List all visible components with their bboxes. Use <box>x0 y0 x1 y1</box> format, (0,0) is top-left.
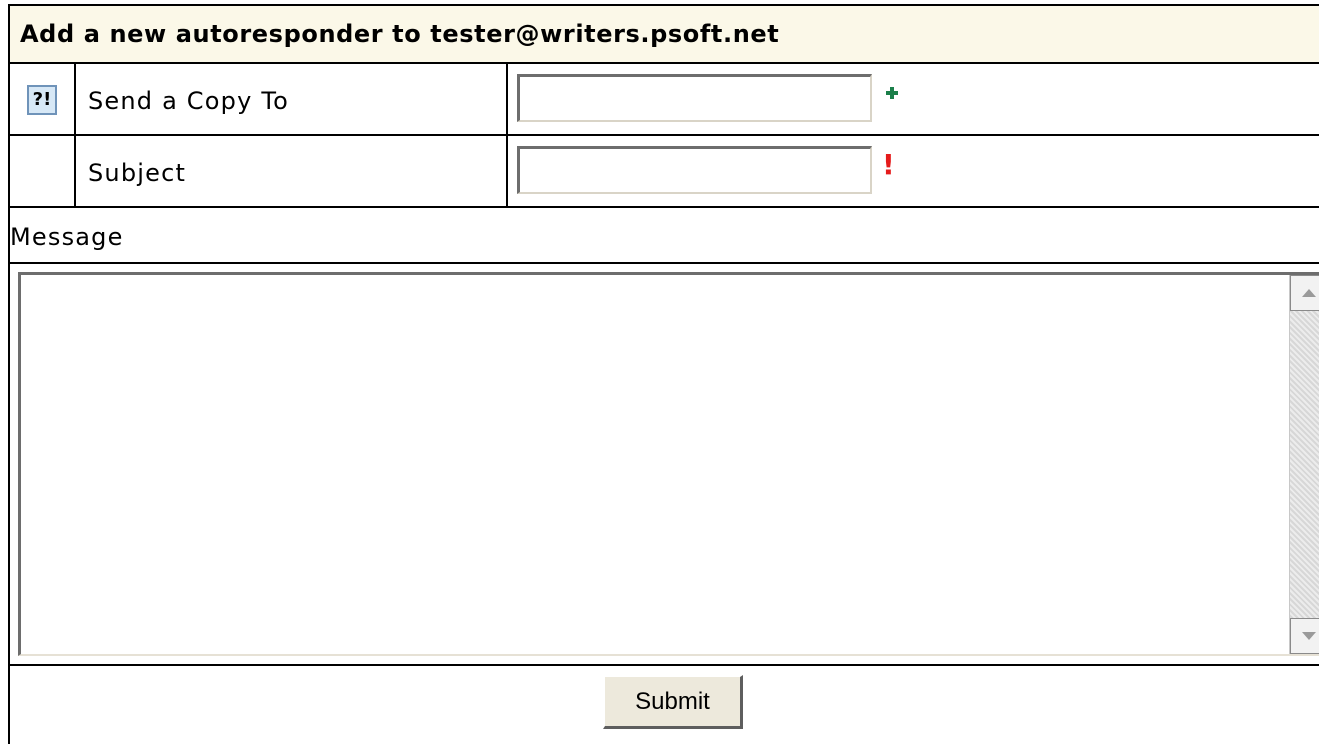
form-title: Add a new autoresponder to tester@writer… <box>20 20 780 48</box>
autoresponder-form: Add a new autoresponder to tester@writer… <box>8 4 1319 744</box>
subject-label-cell: Subject <box>76 136 508 206</box>
message-label: Message <box>10 223 124 251</box>
submit-row: Submit <box>10 666 1319 746</box>
help-cell: ?! <box>10 64 76 134</box>
required-icon: ! <box>882 148 895 181</box>
message-label-row: Message <box>10 208 1319 264</box>
scroll-up-icon[interactable] <box>1290 275 1319 311</box>
send-copy-to-label-cell: Send a Copy To <box>76 64 508 134</box>
message-row <box>10 264 1319 666</box>
subject-label: Subject <box>88 159 187 187</box>
subject-input[interactable] <box>517 146 872 194</box>
send-copy-to-input[interactable] <box>517 74 872 122</box>
form-title-bar: Add a new autoresponder to tester@writer… <box>10 6 1319 64</box>
submit-button[interactable]: Submit <box>603 675 743 729</box>
help-icon[interactable]: ?! <box>27 85 57 115</box>
subject-row: Subject ! <box>10 136 1319 208</box>
message-scrollbar[interactable] <box>1289 275 1319 654</box>
plus-icon[interactable] <box>884 85 900 101</box>
message-textarea[interactable] <box>18 272 1319 656</box>
send-copy-to-label: Send a Copy To <box>88 87 289 115</box>
scroll-down-icon[interactable] <box>1290 618 1319 654</box>
send-copy-to-row: ?! Send a Copy To <box>10 64 1319 136</box>
empty-icon-cell <box>10 136 76 206</box>
